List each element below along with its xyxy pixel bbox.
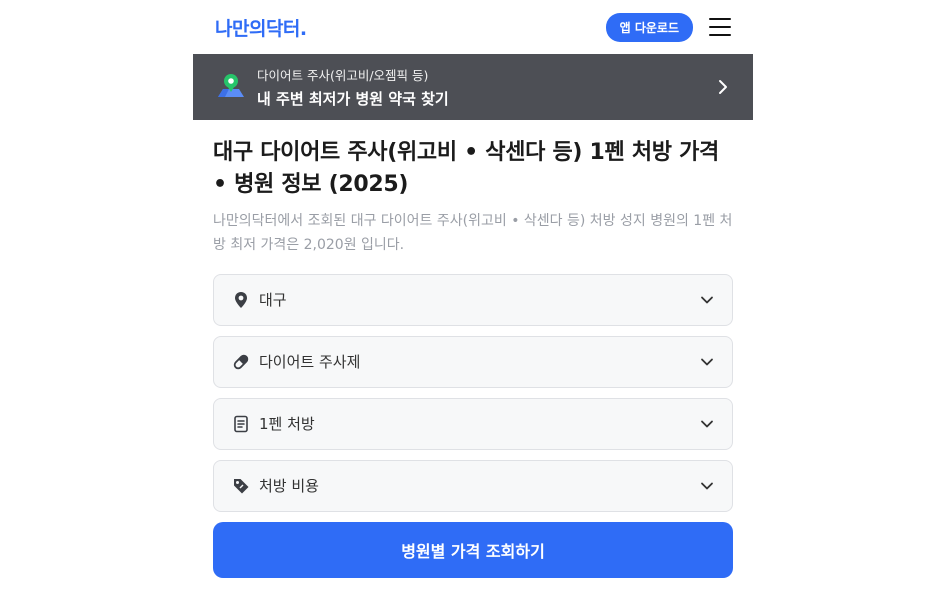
hamburger-menu-icon[interactable] bbox=[709, 18, 731, 36]
header: 나만의닥터. 앱 다운로드 bbox=[193, 0, 753, 54]
page-title: 대구 다이어트 주사(위고비 • 삭센다 등) 1펜 처방 가격 • 병원 정보… bbox=[213, 140, 719, 197]
chevron-down-icon bbox=[701, 296, 713, 304]
chevron-down-icon bbox=[701, 420, 713, 428]
location-pin-icon bbox=[232, 291, 250, 309]
price-tag-icon bbox=[232, 477, 250, 495]
page-description: 나만의닥터에서 조회된 대구 다이어트 주사(위고비 • 삭센다 등) 처방 성… bbox=[213, 212, 733, 254]
banner-title: 내 주변 최저가 병원 약국 찾기 bbox=[257, 90, 449, 108]
cost-select[interactable]: 처방 비용 bbox=[213, 459, 733, 512]
region-select-label: 대구 bbox=[259, 291, 287, 310]
prescription-select[interactable]: 1펜 처방 bbox=[213, 397, 733, 450]
region-select[interactable]: 대구 bbox=[213, 273, 733, 326]
app-download-button[interactable]: 앱 다운로드 bbox=[605, 12, 693, 42]
chevron-down-icon bbox=[701, 482, 713, 490]
chevron-down-icon bbox=[701, 358, 713, 366]
cost-select-label: 처방 비용 bbox=[259, 477, 319, 496]
main-content: 대구 다이어트 주사(위고비 • 삭센다 등) 1펜 처방 가격 • 병원 정보… bbox=[193, 137, 753, 578]
chevron-right-icon bbox=[719, 80, 727, 94]
nearby-search-banner[interactable]: 다이어트 주사(위고비/오젬픽 등) 내 주변 최저가 병원 약국 찾기 bbox=[193, 54, 753, 120]
logo[interactable]: 나만의닥터. bbox=[215, 14, 307, 41]
banner-subtitle: 다이어트 주사(위고비/오젬픽 등) bbox=[257, 68, 429, 83]
map-pin-icon bbox=[218, 74, 244, 97]
prescription-select-label: 1펜 처방 bbox=[259, 415, 315, 434]
search-prices-button[interactable]: 병원별 가격 조회하기 bbox=[213, 521, 733, 578]
header-actions: 앱 다운로드 bbox=[605, 12, 731, 42]
medicine-select-label: 다이어트 주사제 bbox=[259, 353, 361, 372]
medicine-select[interactable]: 다이어트 주사제 bbox=[213, 335, 733, 388]
page: 나만의닥터. 앱 다운로드 다이어트 주사(위고비/오젬픽 등) 내 주변 최저… bbox=[193, 0, 753, 601]
banner-text: 다이어트 주사(위고비/오젬픽 등) 내 주변 최저가 병원 약국 찾기 bbox=[257, 65, 715, 109]
pill-icon bbox=[232, 353, 250, 371]
document-icon bbox=[232, 415, 250, 433]
